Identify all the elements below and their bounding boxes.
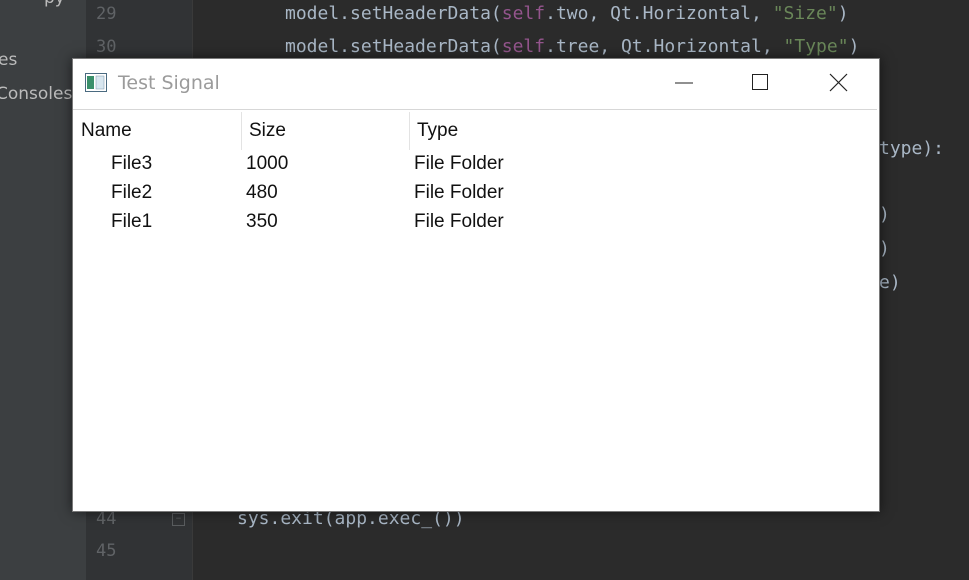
tree-row[interactable]: File1 350 File Folder (73, 208, 877, 237)
code-keyword: self (501, 36, 546, 57)
code-token: model.setHeaderData( (285, 36, 502, 57)
code-token: ) (837, 3, 849, 24)
maximize-icon (752, 74, 768, 90)
code-token: ) (848, 36, 860, 57)
qt-app-icon (85, 73, 107, 92)
title-bar[interactable]: Test Signal (73, 59, 879, 109)
minimize-icon (675, 82, 693, 84)
tree-view[interactable]: Name Size Type File3 1000 File Folder Fi… (73, 109, 877, 510)
cell-size: 1000 (246, 153, 289, 174)
code-token: .two, Qt.Horizontal, (545, 3, 773, 24)
line-number: 44 (96, 509, 117, 529)
fold-marker-icon[interactable]: − (172, 513, 185, 526)
cell-name: File2 (111, 182, 153, 203)
cell-type: File Folder (414, 182, 504, 203)
header-size[interactable]: Size (249, 120, 286, 142)
code-token: model.setHeaderData( (285, 3, 502, 24)
cell-type: File Folder (414, 153, 504, 174)
project-item-py[interactable]: py (44, 0, 65, 8)
test-signal-window: Test Signal Name Size Type File3 1000 Fi… (72, 58, 880, 512)
minimize-button[interactable] (655, 59, 715, 107)
cell-size: 480 (246, 182, 278, 203)
header-name[interactable]: Name (81, 120, 132, 142)
project-item-consoles[interactable]: Consoles (0, 84, 72, 104)
code-keyword: self (501, 3, 546, 24)
header-type[interactable]: Type (417, 120, 458, 142)
column-divider[interactable] (409, 112, 410, 150)
code-fragment: e) (879, 272, 901, 293)
cell-name: File3 (111, 153, 153, 174)
tree-row[interactable]: File3 1000 File Folder (73, 150, 877, 179)
code-string: "Size" (772, 3, 838, 24)
code-line-30: model.setHeaderData(self.tree, Qt.Horizo… (285, 36, 859, 57)
column-divider[interactable] (241, 112, 242, 150)
project-item-es[interactable]: es (0, 50, 17, 70)
code-line-29: model.setHeaderData(self.two, Qt.Horizon… (285, 3, 849, 24)
cell-type: File Folder (414, 211, 504, 232)
cell-size: 350 (246, 211, 278, 232)
close-button[interactable] (809, 59, 869, 107)
tree-row[interactable]: File2 480 File Folder (73, 179, 877, 208)
tree-header: Name Size Type (73, 110, 877, 150)
line-number: 29 (96, 4, 117, 24)
close-icon (829, 73, 848, 92)
code-fragment: ) (879, 238, 890, 259)
line-number: 45 (96, 541, 117, 561)
cell-name: File1 (111, 211, 153, 232)
code-token: .tree, Qt.Horizontal, (545, 36, 784, 57)
code-string: "Type" (783, 36, 849, 57)
code-fragment: ) (879, 204, 890, 225)
window-title: Test Signal (118, 72, 220, 94)
line-number: 30 (96, 37, 117, 57)
maximize-button[interactable] (731, 59, 791, 107)
code-fragment: type): (879, 138, 945, 159)
